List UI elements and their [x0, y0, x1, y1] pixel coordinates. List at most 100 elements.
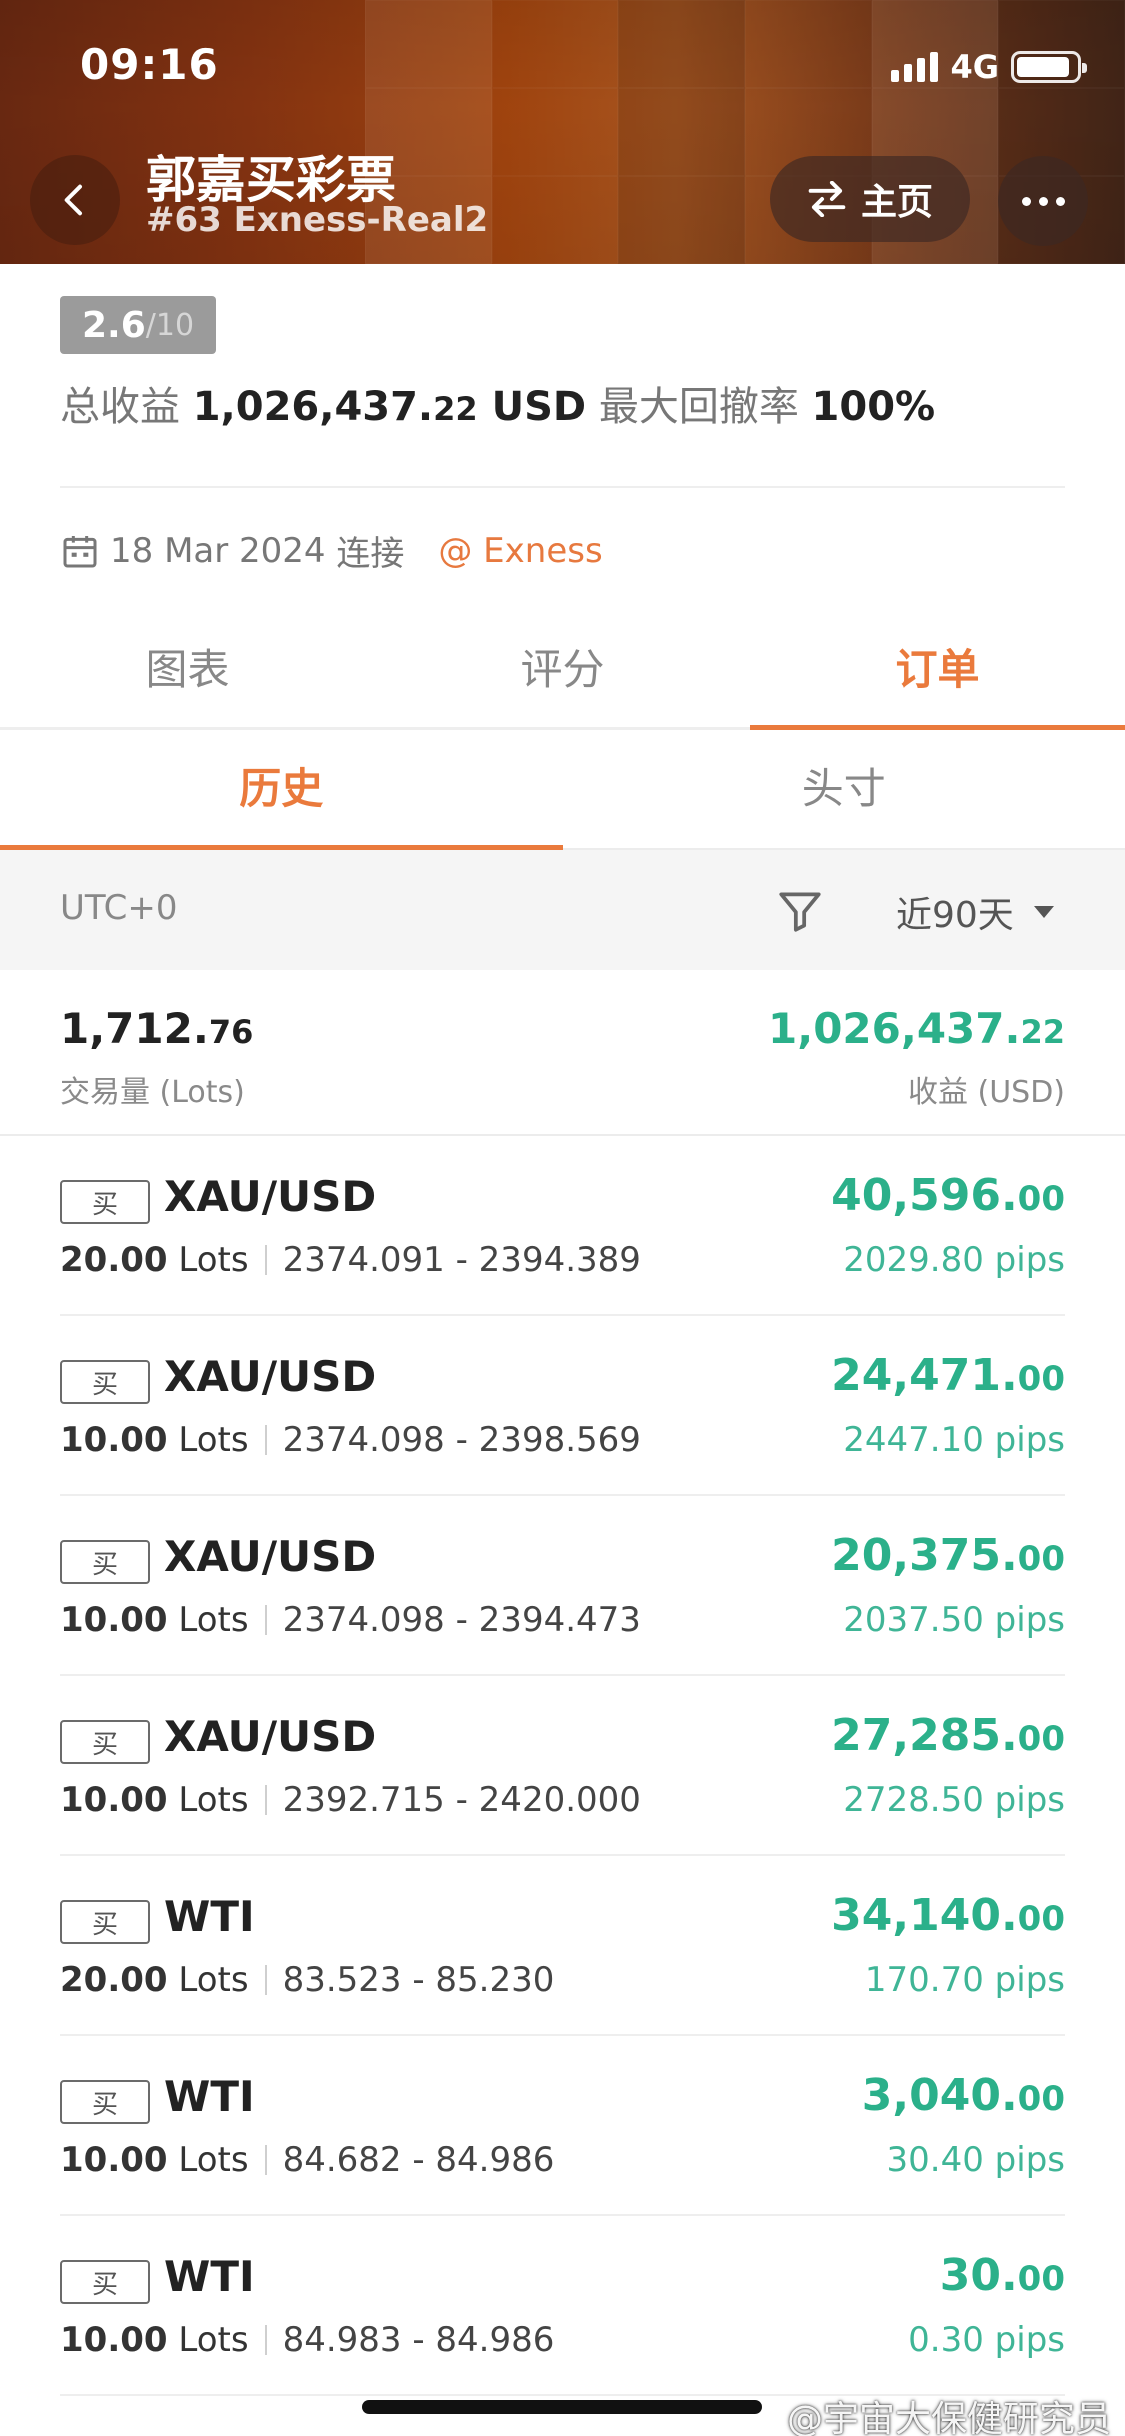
- total-profit-label: 总收益: [60, 384, 180, 430]
- order-profit: 30.00: [939, 2250, 1065, 2301]
- buy-badge: 买: [60, 1540, 150, 1584]
- main-tabs: 图表 评分 订单: [0, 620, 1125, 730]
- home-button-label: 主页: [860, 182, 933, 223]
- tab-positions[interactable]: 头寸: [563, 730, 1125, 848]
- home-indicator[interactable]: [362, 2400, 762, 2414]
- order-row[interactable]: 买 XAU/USD 10.00 Lots 2392.715 - 2420.000 27,…: [60, 1676, 1065, 1856]
- order-detail: 10.00 Lots 2374.098 - 2394.473: [60, 1600, 641, 1640]
- order-pips: 2037.50 pips: [843, 1600, 1065, 1640]
- buy-badge: 买: [60, 1180, 150, 1224]
- order-row[interactable]: 买 XAU/USD 10.00 Lots 2374.098 - 2394.473 20,…: [60, 1496, 1065, 1676]
- order-detail: 10.00 Lots 84.682 - 84.986: [60, 2140, 554, 2180]
- order-prices: 2374.098 - 2394.473: [282, 1600, 641, 1640]
- swap-icon: [808, 181, 846, 217]
- more-dots-icon: [1021, 196, 1031, 206]
- order-prices: 84.682 - 84.986: [282, 2140, 555, 2180]
- order-prices: 84.983 - 84.986: [282, 2320, 555, 2360]
- tab-chart[interactable]: 图表: [0, 620, 375, 727]
- connected-label: 连接: [336, 534, 405, 574]
- order-row[interactable]: 买 XAU/USD 20.00 Lots 2374.091 - 2394.389 40,…: [60, 1136, 1065, 1316]
- order-pips: 30.40 pips: [886, 2140, 1065, 2180]
- order-profit: 40,596.00: [831, 1170, 1065, 1221]
- date-range-select[interactable]: 近90天: [896, 886, 1056, 938]
- profit-summary: 总收益 1,026,437.22 USD 最大回撤率 100%: [60, 374, 935, 432]
- order-lots: 10.00 Lots: [60, 2320, 249, 2360]
- order-symbol: XAU/USD: [164, 1172, 377, 1221]
- filter-icon[interactable]: [775, 886, 825, 936]
- tab-history[interactable]: 历史: [0, 730, 563, 850]
- order-profit: 20,375.00: [831, 1530, 1065, 1581]
- tab-rating[interactable]: 评分: [375, 620, 750, 727]
- buy-badge: 买: [60, 1360, 150, 1404]
- home-button[interactable]: 主页: [770, 156, 970, 242]
- order-prices: 83.523 - 85.230: [282, 1960, 555, 2000]
- divider: [60, 486, 1065, 488]
- status-indicators: 4G: [891, 48, 1087, 86]
- order-profit: 34,140.00: [831, 1890, 1065, 1941]
- order-row[interactable]: 买 WTI 20.00 Lots 83.523 - 85.230 34,140.00 17…: [60, 1856, 1065, 2036]
- order-symbol: WTI: [164, 2072, 255, 2121]
- broker-link[interactable]: @ Exness: [438, 531, 602, 571]
- order-row[interactable]: 买 WTI 10.00 Lots 84.983 - 84.986 30.00 0.30 p…: [60, 2216, 1065, 2396]
- order-lots: 10.00 Lots: [60, 1780, 249, 1820]
- separator: [264, 1785, 267, 1815]
- totals-summary: 1,712.76 交易量 (Lots) 1,026,437.22 收益 (USD…: [0, 970, 1125, 1136]
- profile-header: 09:16 4G 郭嘉买彩票 #63 Exness-Real2 主页: [0, 0, 1125, 264]
- max-drawdown-value: 100%: [811, 384, 936, 430]
- timezone-label: UTC+0: [60, 888, 178, 928]
- score-badge: 2.6/10: [60, 296, 217, 354]
- order-lots: 10.00 Lots: [60, 2140, 249, 2180]
- order-row[interactable]: 买 XAU/USD 10.00 Lots 2374.098 - 2398.569 24,…: [60, 1316, 1065, 1496]
- order-lots: 10.00 Lots: [60, 1600, 249, 1640]
- account-subtitle: #63 Exness-Real2: [146, 200, 489, 240]
- order-lots: 10.00 Lots: [60, 1420, 249, 1460]
- order-detail: 20.00 Lots 83.523 - 85.230: [60, 1960, 554, 2000]
- total-profit-caption: 收益 (USD): [907, 1075, 1065, 1110]
- separator: [264, 1605, 267, 1635]
- max-drawdown-label: 最大回撤率: [598, 384, 799, 430]
- buy-badge: 买: [60, 2260, 150, 2304]
- order-detail: 20.00 Lots 2374.091 - 2394.389: [60, 1240, 641, 1280]
- order-detail: 10.00 Lots 2374.098 - 2398.569: [60, 1420, 641, 1460]
- order-profit: 27,285.00: [831, 1710, 1065, 1761]
- tab-orders[interactable]: 订单: [750, 620, 1125, 730]
- order-pips: 2029.80 pips: [843, 1240, 1065, 1280]
- order-detail: 10.00 Lots 2392.715 - 2420.000: [60, 1780, 641, 1820]
- order-profit: 24,471.00: [831, 1350, 1065, 1401]
- connected-date: 18 Mar 2024: [110, 530, 326, 571]
- order-symbol: XAU/USD: [164, 1532, 377, 1581]
- chevron-left-icon: [64, 184, 82, 216]
- more-button[interactable]: [998, 156, 1088, 246]
- order-lots: 20.00 Lots: [60, 1960, 249, 2000]
- order-symbol: WTI: [164, 2252, 255, 2301]
- order-symbol: XAU/USD: [164, 1352, 377, 1401]
- separator: [264, 1245, 267, 1275]
- status-time: 09:16: [80, 40, 219, 89]
- separator: [264, 1425, 267, 1455]
- buy-badge: 买: [60, 1720, 150, 1764]
- order-prices: 2374.091 - 2394.389: [282, 1240, 641, 1280]
- order-prices: 2392.715 - 2420.000: [282, 1780, 641, 1820]
- connection-info: 18 Mar 2024 连接 @ Exness: [60, 526, 603, 575]
- separator: [264, 1965, 267, 1995]
- network-type: 4G: [950, 48, 999, 86]
- order-profit: 3,040.00: [861, 2070, 1065, 2121]
- watermark: @宇宙大保健研究员: [786, 2399, 1111, 2436]
- order-symbol: WTI: [164, 1892, 255, 1941]
- order-pips: 2728.50 pips: [843, 1780, 1065, 1820]
- sub-tabs: 历史 头寸: [0, 730, 1125, 850]
- filter-bar: UTC+0 近90天: [0, 850, 1125, 970]
- calendar-icon: [63, 535, 97, 567]
- order-prices: 2374.098 - 2398.569: [282, 1420, 641, 1460]
- buy-badge: 买: [60, 1900, 150, 1944]
- total-profit-value: 1,026,437.22 USD: [192, 384, 587, 430]
- total-volume: 1,712.76: [60, 1004, 254, 1053]
- order-pips: 170.70 pips: [864, 1960, 1065, 2000]
- order-detail: 10.00 Lots 84.983 - 84.986: [60, 2320, 554, 2360]
- battery-icon: [1011, 51, 1087, 83]
- order-row[interactable]: 买 WTI 10.00 Lots 84.682 - 84.986 3,040.00 30.…: [60, 2036, 1065, 2216]
- total-volume-label: 交易量 (Lots): [60, 1075, 245, 1110]
- back-button[interactable]: [30, 155, 120, 245]
- signal-icon: [891, 52, 939, 82]
- order-pips: 2447.10 pips: [843, 1420, 1065, 1460]
